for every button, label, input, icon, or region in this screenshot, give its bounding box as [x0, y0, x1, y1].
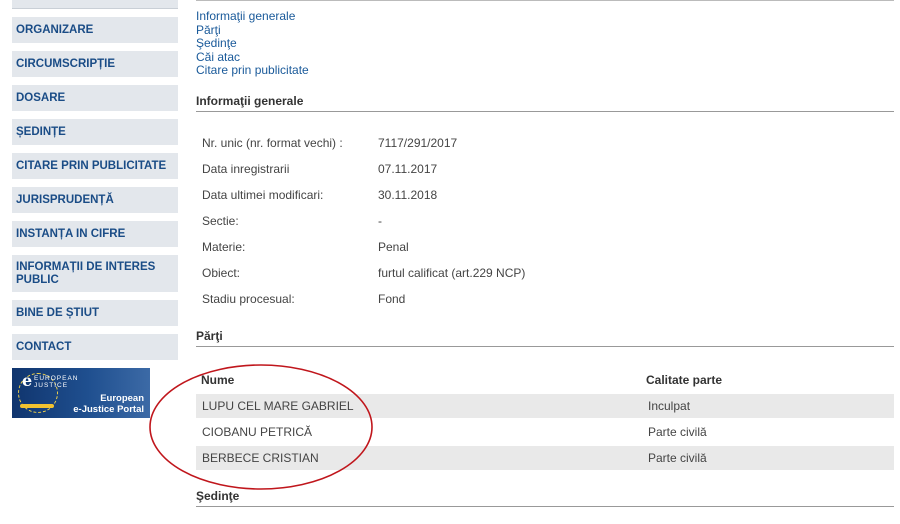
section-heading-parti: Părţi: [196, 329, 894, 347]
scales-icon: [20, 404, 54, 408]
info-label: Obiect:: [202, 266, 241, 280]
case-details: Informaţii generale Părţi Şedinţe Căi at…: [196, 0, 894, 507]
toc-link-parti[interactable]: Părţi: [196, 23, 309, 38]
sidebar-item-instanta-in-cifre[interactable]: INSTANȚA IN CIFRE: [12, 221, 178, 247]
sidebar-item-sedinte[interactable]: ȘEDINȚE: [12, 119, 178, 145]
party-role: Parte civilă: [648, 425, 707, 439]
info-label: Materie:: [202, 240, 246, 254]
toc-link-informatii-generale[interactable]: Informaţii generale: [196, 9, 309, 24]
column-header-nume: Nume: [201, 373, 235, 387]
info-label: Nr. unic (nr. format vechi) :: [202, 136, 343, 150]
info-value: Penal: [378, 240, 409, 254]
table-row: BERBECE CRISTIAN Parte civilă: [196, 446, 894, 470]
sidebar-item-citare[interactable]: CITARE PRIN PUBLICITATE: [12, 153, 178, 179]
toc-link-citare[interactable]: Citare prin publicitate: [196, 63, 309, 78]
sidebar-item-jurisprudenta[interactable]: JURISPRUDENȚĂ: [12, 187, 178, 213]
section-heading-sedinte: Şedinţe: [196, 489, 894, 507]
table-of-contents: Informaţii generale Părţi Şedinţe Căi at…: [196, 9, 309, 78]
sidebar-item-dosare[interactable]: DOSARE: [12, 85, 178, 111]
sidebar-item-circumscriptie[interactable]: CIRCUMSCRIPȚIE: [12, 51, 178, 77]
info-value: 7117/291/2017: [378, 136, 458, 150]
sidebar-item-informatii[interactable]: INFORMAȚII DE INTERES PUBLIC: [12, 255, 178, 292]
party-name: CIOBANU PETRICĂ: [202, 425, 313, 439]
sidebar-item-organizare[interactable]: ORGANIZARE: [12, 17, 178, 43]
toc-link-sedinte[interactable]: Şedinţe: [196, 36, 309, 51]
sidebar-top-item[interactable]: [12, 0, 178, 9]
info-label: Stadiu procesual:: [202, 292, 295, 306]
info-label: Data inregistrarii: [202, 162, 290, 176]
top-divider: [196, 0, 894, 1]
section-heading-general: Informaţii generale: [196, 94, 894, 112]
logo-portal-text: European e-Justice Portal: [73, 393, 144, 415]
sidebar: ORGANIZARE CIRCUMSCRIPȚIE DOSARE ȘEDINȚE…: [12, 0, 178, 418]
sidebar-item-bine-de-stiut[interactable]: BINE DE ȘTIUT: [12, 300, 178, 326]
sidebar-item-contact[interactable]: CONTACT: [12, 334, 178, 360]
info-value: 07.11.2017: [378, 162, 438, 176]
toc-link-cai-atac[interactable]: Căi atac: [196, 50, 309, 65]
info-value: -: [378, 214, 382, 228]
logo-eu-text: EUROPEAN JUSTICE: [34, 375, 79, 389]
party-role: Inculpat: [648, 399, 691, 413]
e-letter: e: [22, 371, 33, 390]
e-justice-portal-logo[interactable]: e EUROPEAN JUSTICE European e-Justice Port…: [12, 368, 150, 418]
table-row: CIOBANU PETRICĂ Parte civilă: [196, 420, 894, 444]
party-name: BERBECE CRISTIAN: [202, 451, 319, 465]
info-value: 30.11.2018: [378, 188, 438, 202]
party-name: LUPU CEL MARE GABRIEL: [202, 399, 354, 413]
party-role: Parte civilă: [648, 451, 707, 465]
info-label: Sectie:: [202, 214, 239, 228]
column-header-calitate: Calitate parte: [646, 373, 723, 387]
info-label: Data ultimei modificari:: [202, 188, 324, 202]
info-value: Fond: [378, 292, 406, 306]
info-value: furtul calificat (art.229 NCP): [378, 266, 526, 280]
table-row: LUPU CEL MARE GABRIEL Inculpat: [196, 394, 894, 418]
